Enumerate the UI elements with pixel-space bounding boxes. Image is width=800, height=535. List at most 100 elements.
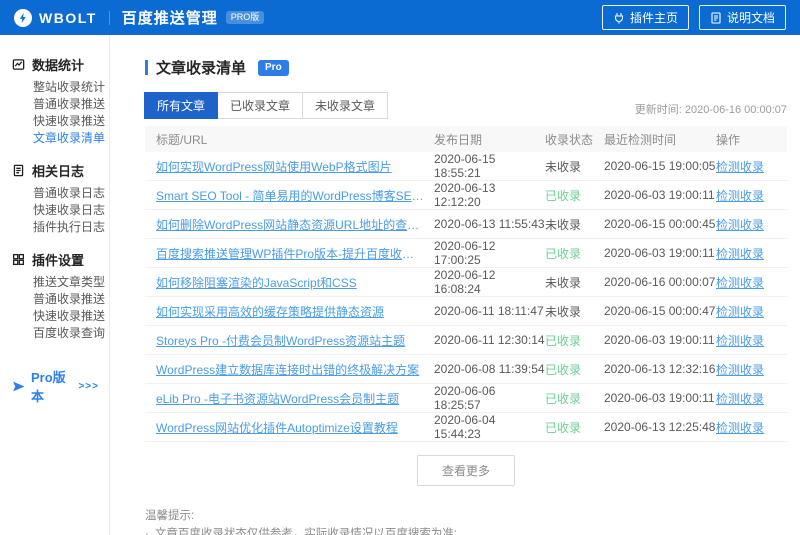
check-index-link[interactable]: 检测收录: [716, 334, 764, 348]
last-check-time: 2020-06-13 12:25:48: [604, 420, 716, 434]
index-status: 未收录: [545, 217, 582, 232]
sidebar-item[interactable]: 普通收录推送: [12, 95, 109, 112]
article-title-link[interactable]: Smart SEO Tool - 简单易用的WordPress博客SEO优化插件: [156, 187, 434, 204]
header-button-label: 插件主页: [629, 11, 678, 25]
article-title-link[interactable]: eLib Pro -电子书资源站WordPress会员制主题: [156, 390, 434, 407]
page-body: 数据统计 整站收录统计 普通收录推送 快速收录推送 文章收录清单 相关日志 普通收录日…: [0, 35, 800, 535]
sidebar-item[interactable]: 整站收录统计: [12, 78, 109, 95]
sidebar-item[interactable]: 插件执行日志: [12, 218, 109, 235]
article-title-link[interactable]: 如何实现WordPress网站使用WebP格式图片: [156, 158, 434, 175]
index-status: 已收录: [545, 188, 582, 203]
article-title-link[interactable]: 如何移除阻塞渲染的JavaScript和CSS: [156, 274, 434, 291]
filter-tab[interactable]: 未收录文章: [302, 92, 389, 119]
tips-panel: 温馨提示: 文章百度收录状态仅供参考，实际收录情况以百度搜索为准;插件根据实际情…: [145, 508, 787, 535]
table-row: eLib Pro -电子书资源站WordPress会员制主题 2020-06-0…: [145, 384, 787, 413]
col-header-title-url: 标题/URL: [156, 132, 208, 147]
table-body: 如何实现WordPress网站使用WebP格式图片 2020-06-15 18:…: [145, 152, 787, 442]
sidebar-item[interactable]: 快速收录日志: [12, 201, 109, 218]
sidebar-section-items: 推送文章类型 普通收录推送 快速收录推送 百度收录查询: [12, 273, 109, 341]
sidebar-section-label: 相关日志: [32, 163, 85, 179]
last-check-time: 2020-06-03 19:00:11: [604, 188, 715, 202]
check-index-link[interactable]: 检测收录: [716, 392, 764, 406]
check-index-link[interactable]: 检测收录: [716, 160, 764, 174]
docs-button[interactable]: 说明文档: [698, 5, 786, 30]
sidebar-pro-link[interactable]: Pro版本 >>>: [12, 367, 109, 405]
header-actions: 插件主页 说明文档: [601, 5, 786, 30]
index-status: 未收录: [545, 159, 582, 174]
grid-icon: [12, 253, 25, 266]
sidebar-section-items: 整站收录统计 普通收录推送 快速收录推送 文章收录清单: [12, 78, 109, 146]
table-row: WordPress网站优化插件Autoptimize设置教程 2020-06-0…: [145, 413, 787, 442]
tip-item: 文章百度收录状态仅供参考，实际收录情况以百度搜索为准;: [145, 526, 787, 535]
index-status: 已收录: [545, 333, 582, 348]
publish-date: 2020-06-08 11:39:54: [434, 362, 545, 376]
title-row: 文章收录清单 Pro: [145, 57, 787, 78]
sidebar-section-label: 数据统计: [32, 57, 85, 73]
table-row: 百度搜索推送管理WP插件Pro版本-提升百度收录效率 2020-06-12 17…: [145, 239, 787, 268]
article-title-link[interactable]: WordPress建立数据库连接时出错的终极解决方案: [156, 361, 434, 378]
top-header: WBOLT 百度推送管理 PRO版 插件主页 说明文档: [0, 0, 800, 35]
article-title-link[interactable]: 如何实现采用高效的缓存策略提供静态资源: [156, 303, 434, 320]
chevrons-right-icon: >>>: [78, 380, 99, 392]
article-title-link[interactable]: Storeys Pro -付费会员制WordPress资源站主题: [156, 332, 434, 349]
update-time: 更新时间: 2020-06-16 00:00:07: [634, 104, 787, 116]
tips-title: 温馨提示:: [145, 510, 195, 522]
chart-icon: [12, 58, 25, 71]
last-check-time: 2020-06-13 12:32:16: [604, 362, 716, 376]
publish-date: 2020-06-13 12:12:20: [434, 181, 496, 209]
app-title: 百度推送管理: [121, 10, 218, 27]
last-check-time: 2020-06-15 00:00:45: [604, 217, 716, 231]
tabs-row: 所有文章 已收录文章 未收录文章 更新时间: 2020-06-16 00:00:07: [144, 92, 787, 119]
table-row: 如何实现采用高效的缓存策略提供静态资源 2020-06-11 18:11:47 …: [145, 297, 787, 326]
load-more-button[interactable]: 查看更多: [416, 455, 515, 486]
check-index-link[interactable]: 检测收录: [716, 276, 764, 290]
article-title-link[interactable]: 百度搜索推送管理WP插件Pro版本-提升百度收录效率: [156, 245, 434, 262]
brand-name: WBOLT: [39, 9, 97, 26]
sidebar-item[interactable]: 快速收录推送: [12, 307, 109, 324]
sidebar-item[interactable]: 文章收录清单: [12, 129, 109, 146]
table-row: Smart SEO Tool - 简单易用的WordPress博客SEO优化插件…: [145, 181, 787, 210]
header-divider: [108, 10, 110, 25]
sidebar-item[interactable]: 推送文章类型: [12, 273, 109, 290]
article-title-link[interactable]: WordPress网站优化插件Autoptimize设置教程: [156, 419, 434, 436]
filter-tab[interactable]: 已收录文章: [217, 92, 304, 119]
index-status: 未收录: [545, 275, 582, 290]
sidebar-section-title: 插件设置: [12, 250, 109, 268]
check-index-link[interactable]: 检测收录: [716, 189, 764, 203]
log-icon: [12, 164, 25, 177]
index-status: 已收录: [545, 391, 582, 406]
main-content: 文章收录清单 Pro 所有文章 已收录文章 未收录文章 更新时间: 2020-06-…: [110, 35, 800, 535]
sidebar-item[interactable]: 普通收录日志: [12, 184, 109, 201]
last-check-time: 2020-06-15 19:00:05: [604, 159, 716, 173]
sidebar-item[interactable]: 普通收录推送: [12, 290, 109, 307]
articles-table: 标题/URL 发布日期 收录状态 最近检测时间 操作 如何实现WordPress…: [145, 126, 787, 442]
check-index-link[interactable]: 检测收录: [716, 421, 764, 435]
publish-date: 2020-06-12 17:00:25: [434, 239, 496, 267]
article-title-link[interactable]: 如何删除WordPress网站静态资源URL地址的查询字符串: [156, 216, 434, 233]
publish-date: 2020-06-11 12:30:14: [434, 333, 545, 347]
check-index-link[interactable]: 检测收录: [716, 363, 764, 377]
sidebar-section: 数据统计 整站收录统计 普通收录推送 快速收录推送 文章收录清单: [12, 55, 109, 146]
check-index-link[interactable]: 检测收录: [716, 247, 764, 261]
sidebar-item[interactable]: 百度收录查询: [12, 324, 109, 341]
publish-date: 2020-06-13 11:55:43: [434, 217, 545, 231]
rocket-icon: [12, 380, 25, 393]
publish-date: 2020-06-04 15:44:23: [434, 413, 496, 441]
check-index-link[interactable]: 检测收录: [716, 305, 764, 319]
check-index-link[interactable]: 检测收录: [716, 218, 764, 232]
filter-tabs: 所有文章 已收录文章 未收录文章: [144, 92, 389, 119]
sidebar-item[interactable]: 快速收录推送: [12, 112, 109, 129]
tips-list: 文章百度收录状态仅供参考，实际收录情况以百度搜索为准;插件根据实际情况不定时检测…: [145, 526, 787, 535]
plugin-home-button[interactable]: 插件主页: [601, 5, 689, 30]
sidebar-section-items: 普通收录日志 快速收录日志 插件执行日志: [12, 184, 109, 235]
document-icon: [710, 11, 722, 24]
publish-date: 2020-06-11 18:11:47: [434, 304, 544, 318]
table-row: WordPress建立数据库连接时出错的终极解决方案 2020-06-08 11…: [145, 355, 787, 384]
last-check-time: 2020-06-03 19:00:11: [604, 333, 715, 347]
col-header-action: 操作: [716, 132, 741, 147]
sidebar-section-title: 数据统计: [12, 55, 109, 73]
filter-tab[interactable]: 所有文章: [144, 92, 219, 119]
table-row: 如何实现WordPress网站使用WebP格式图片 2020-06-15 18:…: [145, 152, 787, 181]
publish-date: 2020-06-12 16:08:24: [434, 268, 496, 296]
last-check-time: 2020-06-16 00:00:07: [604, 275, 716, 289]
